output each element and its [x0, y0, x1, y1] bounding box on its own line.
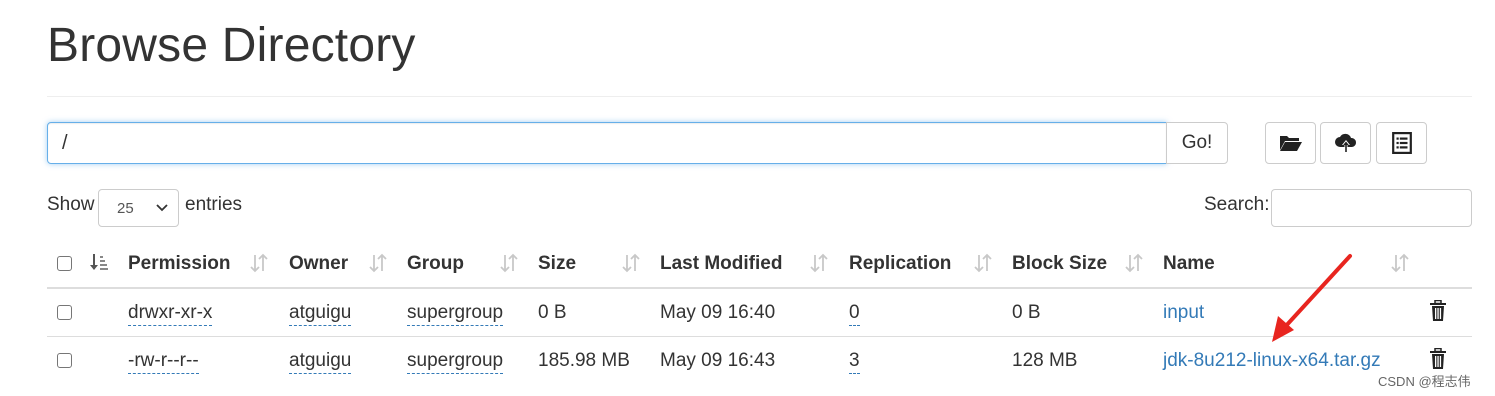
last-modified-cell: May 09 16:43: [660, 350, 776, 371]
replication-cell[interactable]: 3: [849, 350, 860, 374]
table-search-input[interactable]: [1271, 189, 1472, 227]
directory-path-input[interactable]: [47, 122, 1167, 164]
watermark: CSDN @程志伟: [1378, 374, 1471, 389]
owner-cell[interactable]: atguigu: [289, 350, 352, 374]
column-header-last-modified[interactable]: Last Modified: [660, 253, 782, 275]
group-cell[interactable]: supergroup: [407, 302, 504, 326]
entries-per-page-select[interactable]: 25: [98, 189, 179, 227]
column-header-size[interactable]: Size: [538, 253, 576, 275]
page-title: Browse Directory: [47, 19, 416, 72]
sort-icon[interactable]: [1390, 252, 1410, 274]
row-select-checkbox[interactable]: [57, 353, 72, 368]
size-cell: 185.98 MB: [538, 350, 630, 371]
last-modified-cell: May 09 16:40: [660, 302, 776, 323]
trash-icon[interactable]: [1429, 348, 1447, 370]
column-header-name[interactable]: Name: [1163, 253, 1215, 275]
create-directory-button[interactable]: [1265, 122, 1316, 164]
sort-icon[interactable]: [809, 252, 829, 274]
cut-paste-button[interactable]: [1376, 122, 1427, 164]
show-label: Show: [47, 194, 95, 215]
folder-open-icon: [1279, 136, 1302, 151]
row-select-checkbox[interactable]: [57, 305, 72, 320]
column-header-group[interactable]: Group: [407, 253, 464, 275]
group-cell[interactable]: supergroup: [407, 350, 504, 374]
go-button[interactable]: Go!: [1166, 122, 1228, 164]
sort-icon[interactable]: [368, 252, 388, 274]
permission-cell[interactable]: -rw-r--r--: [128, 350, 199, 374]
list-icon: [1391, 132, 1412, 154]
select-all-checkbox[interactable]: [57, 256, 72, 271]
title-divider: [47, 96, 1472, 97]
sort-icon[interactable]: [499, 252, 519, 274]
size-cell: 0 B: [538, 302, 567, 323]
block-size-cell: 0 B: [1012, 302, 1041, 323]
table-header-divider: [47, 287, 1472, 289]
sort-icon[interactable]: [621, 252, 641, 274]
owner-cell[interactable]: atguigu: [289, 302, 352, 326]
sort-icon[interactable]: [1124, 252, 1144, 274]
file-name-link[interactable]: jdk-8u212-linux-x64.tar.gz: [1163, 350, 1381, 372]
entries-select-value: 25: [117, 199, 134, 217]
browse-directory-page: Browse Directory Go! Show 25 entries S: [0, 0, 1495, 396]
entries-label: entries: [185, 194, 243, 215]
column-header-replication[interactable]: Replication: [849, 253, 951, 275]
sort-icon[interactable]: [249, 252, 269, 274]
column-header-block-size[interactable]: Block Size: [1012, 253, 1107, 275]
column-header-permission[interactable]: Permission: [128, 253, 230, 275]
replication-cell[interactable]: 0: [849, 302, 860, 326]
cloud-upload-icon: [1334, 133, 1356, 152]
file-name-link[interactable]: input: [1163, 302, 1204, 324]
sort-icon[interactable]: [973, 252, 993, 274]
upload-file-button[interactable]: [1320, 122, 1371, 164]
permission-cell[interactable]: drwxr-xr-x: [128, 302, 213, 326]
trash-icon[interactable]: [1429, 300, 1447, 322]
chevron-down-icon: [156, 204, 168, 212]
column-header-owner[interactable]: Owner: [289, 253, 348, 275]
search-label: Search:: [1204, 194, 1270, 215]
annotation-arrow: [1272, 254, 1352, 342]
sort-amount-icon[interactable]: [89, 252, 109, 274]
block-size-cell: 128 MB: [1012, 350, 1078, 371]
row-divider: [47, 336, 1472, 337]
